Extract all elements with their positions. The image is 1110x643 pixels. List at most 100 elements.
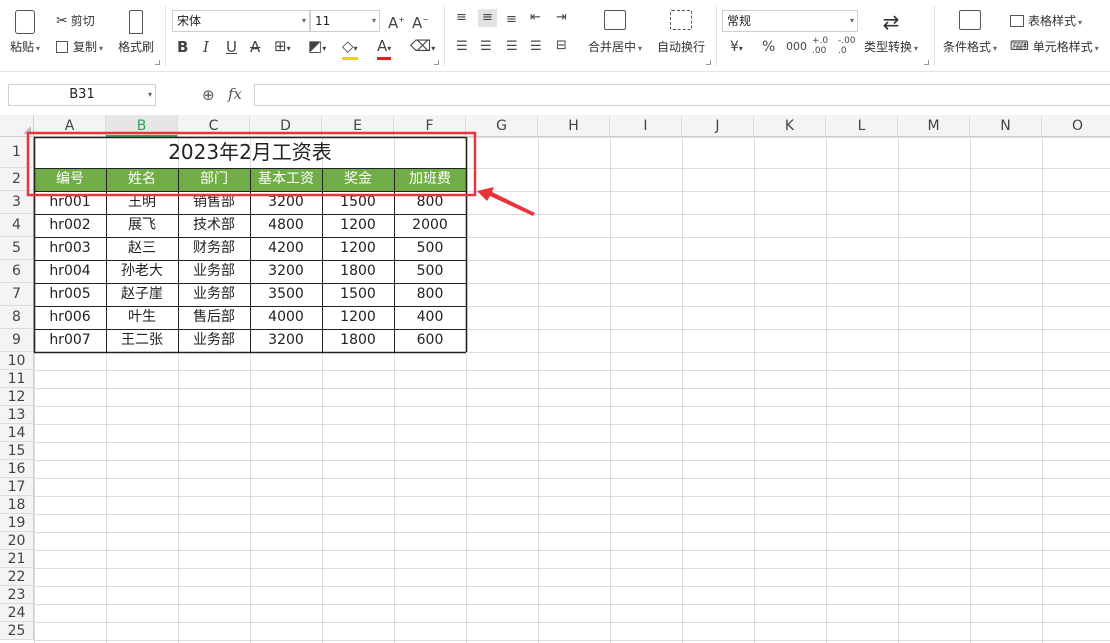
table-data-cell[interactable]: 业务部	[178, 283, 250, 306]
conditional-format-button[interactable]: 条件格式	[943, 10, 997, 55]
clipboard-dialog-launcher[interactable]	[155, 60, 160, 65]
table-header-cell[interactable]: 部门	[178, 168, 250, 191]
table-data-cell[interactable]: 赵子崖	[106, 283, 178, 306]
font-dialog-launcher[interactable]	[434, 60, 439, 65]
thousands-button[interactable]: 000	[786, 39, 807, 55]
fx-icon[interactable]: fx	[228, 85, 242, 103]
table-data-cell[interactable]: 1500	[322, 283, 394, 306]
align-bottom-icon[interactable]: ≡	[506, 12, 517, 28]
table-data-cell[interactable]: 赵三	[106, 237, 178, 260]
table-data-cell[interactable]: 售后部	[178, 306, 250, 329]
table-style-button[interactable]: 表格样式	[1010, 12, 1082, 29]
strikethrough-icon[interactable]: A	[250, 39, 260, 55]
format-painter-button[interactable]: 格式刷	[118, 10, 154, 55]
table-data-cell[interactable]: 1200	[322, 214, 394, 237]
row-header-11[interactable]: 11	[0, 370, 34, 388]
column-header-E[interactable]: E	[322, 115, 394, 137]
column-header-C[interactable]: C	[178, 115, 250, 137]
copy-button[interactable]: 复制	[56, 38, 103, 55]
table-title-cell[interactable]: 2023年2月工资表	[34, 137, 466, 168]
column-header-L[interactable]: L	[826, 115, 898, 137]
row-header-9[interactable]: 9	[0, 329, 34, 352]
table-data-cell[interactable]: 王二张	[106, 329, 178, 352]
percent-button[interactable]: %	[762, 39, 775, 55]
align-center-icon[interactable]: ☰	[480, 39, 492, 55]
row-header-19[interactable]: 19	[0, 514, 34, 532]
row-header-2[interactable]: 2	[0, 168, 34, 191]
table-data-cell[interactable]: 业务部	[178, 329, 250, 352]
column-header-F[interactable]: F	[394, 115, 466, 137]
column-header-G[interactable]: G	[466, 115, 538, 137]
row-header-15[interactable]: 15	[0, 442, 34, 460]
table-data-cell[interactable]: 4200	[250, 237, 322, 260]
row-header-22[interactable]: 22	[0, 568, 34, 586]
row-header-1[interactable]: 1	[0, 137, 34, 168]
table-data-cell[interactable]: 500	[394, 260, 466, 283]
table-data-cell[interactable]: 叶生	[106, 306, 178, 329]
column-header-O[interactable]: O	[1042, 115, 1110, 137]
row-header-23[interactable]: 23	[0, 586, 34, 604]
row-header-16[interactable]: 16	[0, 460, 34, 478]
table-data-cell[interactable]: 业务部	[178, 260, 250, 283]
decimal-increase-button[interactable]: +.0 .00	[812, 36, 832, 56]
table-header-cell[interactable]: 姓名	[106, 168, 178, 191]
align-right-icon[interactable]: ☰	[506, 39, 518, 55]
table-data-cell[interactable]: hr004	[34, 260, 106, 283]
table-data-cell[interactable]: 3200	[250, 191, 322, 214]
row-header-10[interactable]: 10	[0, 352, 34, 370]
row-header-3[interactable]: 3	[0, 191, 34, 214]
table-data-cell[interactable]: 技术部	[178, 214, 250, 237]
table-data-cell[interactable]: 600	[394, 329, 466, 352]
column-header-K[interactable]: K	[754, 115, 826, 137]
font-shrink-icon[interactable]: A−	[412, 12, 429, 31]
bold-button[interactable]: B	[177, 39, 188, 55]
table-data-cell[interactable]: 展飞	[106, 214, 178, 237]
row-header-21[interactable]: 21	[0, 550, 34, 568]
row-header-7[interactable]: 7	[0, 283, 34, 306]
currency-button[interactable]: ¥▾	[730, 39, 743, 57]
number-format-select[interactable]: 常规 ▾	[722, 10, 858, 32]
table-data-cell[interactable]: hr003	[34, 237, 106, 260]
number-dialog-launcher[interactable]	[924, 60, 929, 65]
table-data-cell[interactable]: 孙老大	[106, 260, 178, 283]
table-data-cell[interactable]: 800	[394, 191, 466, 214]
table-data-cell[interactable]: 1800	[322, 260, 394, 283]
cut-button[interactable]: ✂ 剪切	[56, 12, 95, 29]
align-left-icon[interactable]: ☰	[456, 39, 468, 55]
align-middle-icon[interactable]: ≡	[478, 9, 497, 27]
table-data-cell[interactable]: 财务部	[178, 237, 250, 260]
table-data-cell[interactable]: 1200	[322, 306, 394, 329]
row-header-17[interactable]: 17	[0, 478, 34, 496]
font-name-select[interactable]: 宋体 ▾	[172, 10, 310, 32]
column-header-J[interactable]: J	[682, 115, 754, 137]
paste-button[interactable]: 粘贴	[10, 10, 40, 55]
table-data-cell[interactable]: 4000	[250, 306, 322, 329]
table-data-cell[interactable]: 1500	[322, 191, 394, 214]
row-header-13[interactable]: 13	[0, 406, 34, 424]
table-data-cell[interactable]: 400	[394, 306, 466, 329]
column-header-I[interactable]: I	[610, 115, 682, 137]
name-box[interactable]: B31 ▾	[8, 84, 156, 106]
spreadsheet-grid[interactable]: ABCDEFGHIJKLMNO 1 2 3 4 5 6 7 8 9 10 11 12 13 14 15 16 1…	[0, 115, 1110, 643]
font-grow-icon[interactable]: A+	[388, 12, 405, 31]
table-data-cell[interactable]: 3200	[250, 260, 322, 283]
table-data-cell[interactable]: 500	[394, 237, 466, 260]
formula-input[interactable]	[254, 84, 1110, 106]
underline-button[interactable]: U	[226, 39, 237, 55]
alignment-dialog-launcher[interactable]	[706, 60, 711, 65]
table-header-cell[interactable]: 基本工资	[250, 168, 322, 191]
fill-pattern-icon[interactable]: ◩▾	[308, 38, 326, 57]
italic-button[interactable]: I	[203, 39, 209, 55]
border-icon[interactable]: ⊞▾	[274, 38, 291, 57]
table-data-cell[interactable]: hr005	[34, 283, 106, 306]
type-convert-button[interactable]: ⇄ 类型转换	[864, 10, 918, 55]
row-header-25[interactable]: 25	[0, 622, 34, 640]
column-header-H[interactable]: H	[538, 115, 610, 137]
table-data-cell[interactable]: 4800	[250, 214, 322, 237]
indent-increase-icon[interactable]: ⇥	[556, 10, 567, 26]
table-data-cell[interactable]: hr001	[34, 191, 106, 214]
table-data-cell[interactable]: 1200	[322, 237, 394, 260]
table-header-cell[interactable]: 编号	[34, 168, 106, 191]
table-data-cell[interactable]: hr007	[34, 329, 106, 352]
column-header-M[interactable]: M	[898, 115, 970, 137]
